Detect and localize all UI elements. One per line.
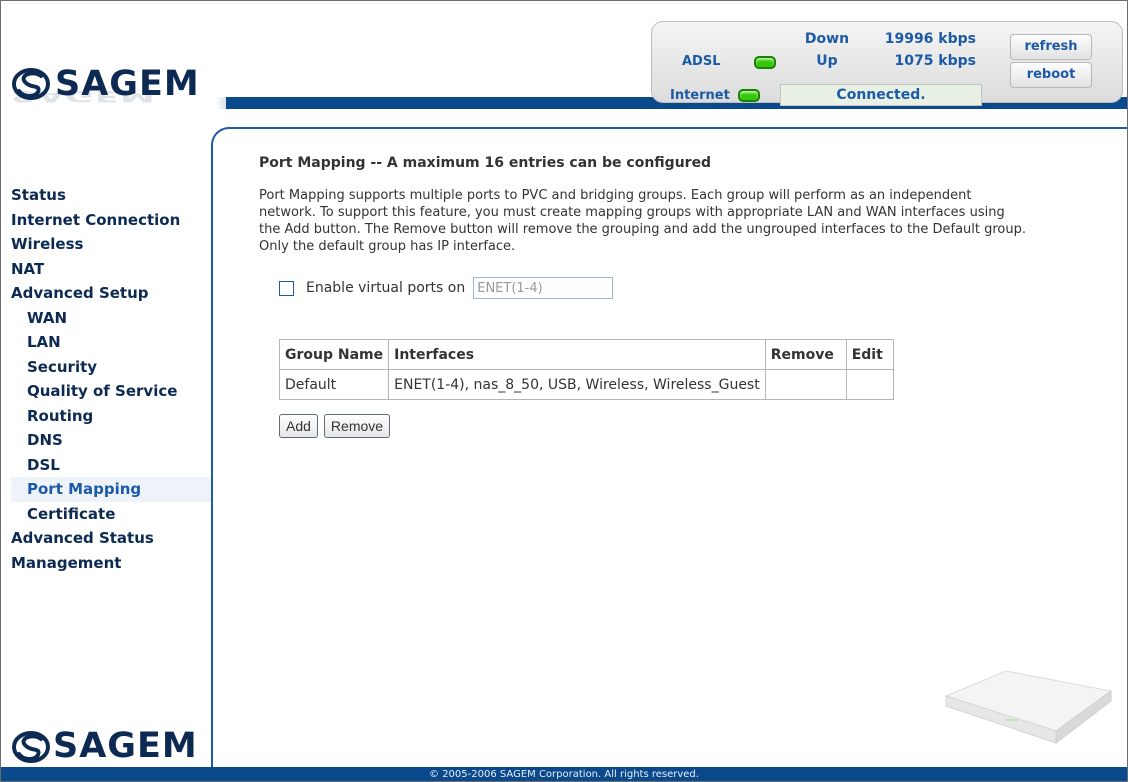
column-header-remove: Remove	[764, 339, 847, 370]
add-button[interactable]: Add	[279, 414, 318, 438]
virtual-ports-field[interactable]: ENET(1-4)	[473, 277, 614, 299]
table-row: Default ENET(1-4), nas_8_50, USB, Wirele…	[278, 369, 894, 400]
status-panel: ADSL Internet Down 19996 kbps Up 1075 kb…	[651, 21, 1123, 106]
down-label: Down	[804, 31, 850, 47]
refresh-button[interactable]: refresh	[1010, 34, 1092, 60]
page-description: Port Mapping supports multiple ports to …	[259, 188, 1027, 254]
header: SAGEM SAGEM ADSL Internet Down 19996 kbp…	[1, 1, 1127, 136]
cell-remove	[764, 369, 847, 400]
sidebar-item-certificate[interactable]: Certificate	[11, 502, 211, 527]
adsl-label: ADSL	[682, 54, 721, 69]
sidebar-item-internet-connection[interactable]: Internet Connection	[11, 208, 211, 233]
sidebar-item-security[interactable]: Security	[11, 355, 211, 380]
sidebar-item-routing[interactable]: Routing	[11, 404, 211, 429]
sidebar-item-nat[interactable]: NAT	[11, 257, 211, 282]
connection-status: Connected.	[780, 84, 982, 106]
sidebar-nav: Status Internet Connection Wireless NAT …	[11, 183, 211, 575]
column-header-group-name: Group Name	[278, 339, 390, 370]
sidebar-item-dsl[interactable]: DSL	[11, 453, 211, 478]
page-frame: SAGEM SAGEM ADSL Internet Down 19996 kbp…	[0, 0, 1128, 782]
up-value: 1075 kbps	[894, 53, 976, 69]
sidebar-item-status[interactable]: Status	[11, 183, 211, 208]
down-value: 19996 kbps	[884, 31, 976, 47]
sidebar-item-port-mapping[interactable]: Port Mapping	[11, 477, 211, 502]
up-label: Up	[816, 53, 838, 69]
sidebar-item-dns[interactable]: DNS	[11, 428, 211, 453]
adsl-led-icon	[754, 56, 776, 69]
enable-virtual-ports-label: Enable virtual ports on	[306, 280, 466, 296]
enable-virtual-ports-checkbox[interactable]	[279, 280, 294, 296]
action-buttons: Add Remove	[279, 414, 1099, 438]
sidebar-item-lan[interactable]: LAN	[11, 330, 211, 355]
port-mapping-table: Group Name Interfaces Remove Edit Defaul…	[278, 339, 894, 400]
page-title: Port Mapping -- A maximum 16 entries can…	[259, 155, 712, 171]
column-header-interfaces: Interfaces	[388, 339, 766, 370]
logo-reflection: SAGEM	[11, 87, 156, 105]
rates: Down 19996 kbps Up 1075 kbps	[799, 28, 984, 72]
logo-bottom-text: SAGEM	[53, 726, 198, 766]
sidebar-item-wan[interactable]: WAN	[11, 306, 211, 331]
sidebar-item-advanced-setup[interactable]: Advanced Setup	[11, 281, 211, 306]
column-header-edit: Edit	[845, 339, 894, 370]
main-content: Port Mapping -- A maximum 16 entries can…	[259, 149, 1099, 438]
sidebar-item-wireless[interactable]: Wireless	[11, 232, 211, 257]
sidebar-item-management[interactable]: Management	[11, 551, 211, 576]
sidebar-item-advanced-status[interactable]: Advanced Status	[11, 526, 211, 551]
sagem-logo-bottom: SAGEM	[11, 726, 198, 766]
internet-label: Internet	[670, 88, 730, 103]
virtual-ports-row: Enable virtual ports on ENET(1-4)	[279, 275, 1099, 301]
up-rate-row: Up 1075 kbps	[799, 50, 984, 72]
down-rate-row: Down 19996 kbps	[799, 28, 984, 50]
router-device-icon	[944, 670, 1113, 745]
cell-edit	[845, 369, 894, 400]
internet-led-icon	[738, 89, 760, 102]
reboot-button[interactable]: reboot	[1010, 62, 1092, 88]
remove-button[interactable]: Remove	[323, 414, 391, 438]
sidebar-item-quality-of-service[interactable]: Quality of Service	[11, 379, 211, 404]
table-header-row: Group Name Interfaces Remove Edit	[278, 339, 894, 370]
cell-group-name: Default	[278, 369, 390, 400]
sagem-swirl-icon	[12, 731, 50, 763]
footer: © 2005-2006 SAGEM Corporation. All right…	[1, 767, 1127, 781]
cell-interfaces: ENET(1-4), nas_8_50, USB, Wireless, Wire…	[388, 369, 766, 400]
